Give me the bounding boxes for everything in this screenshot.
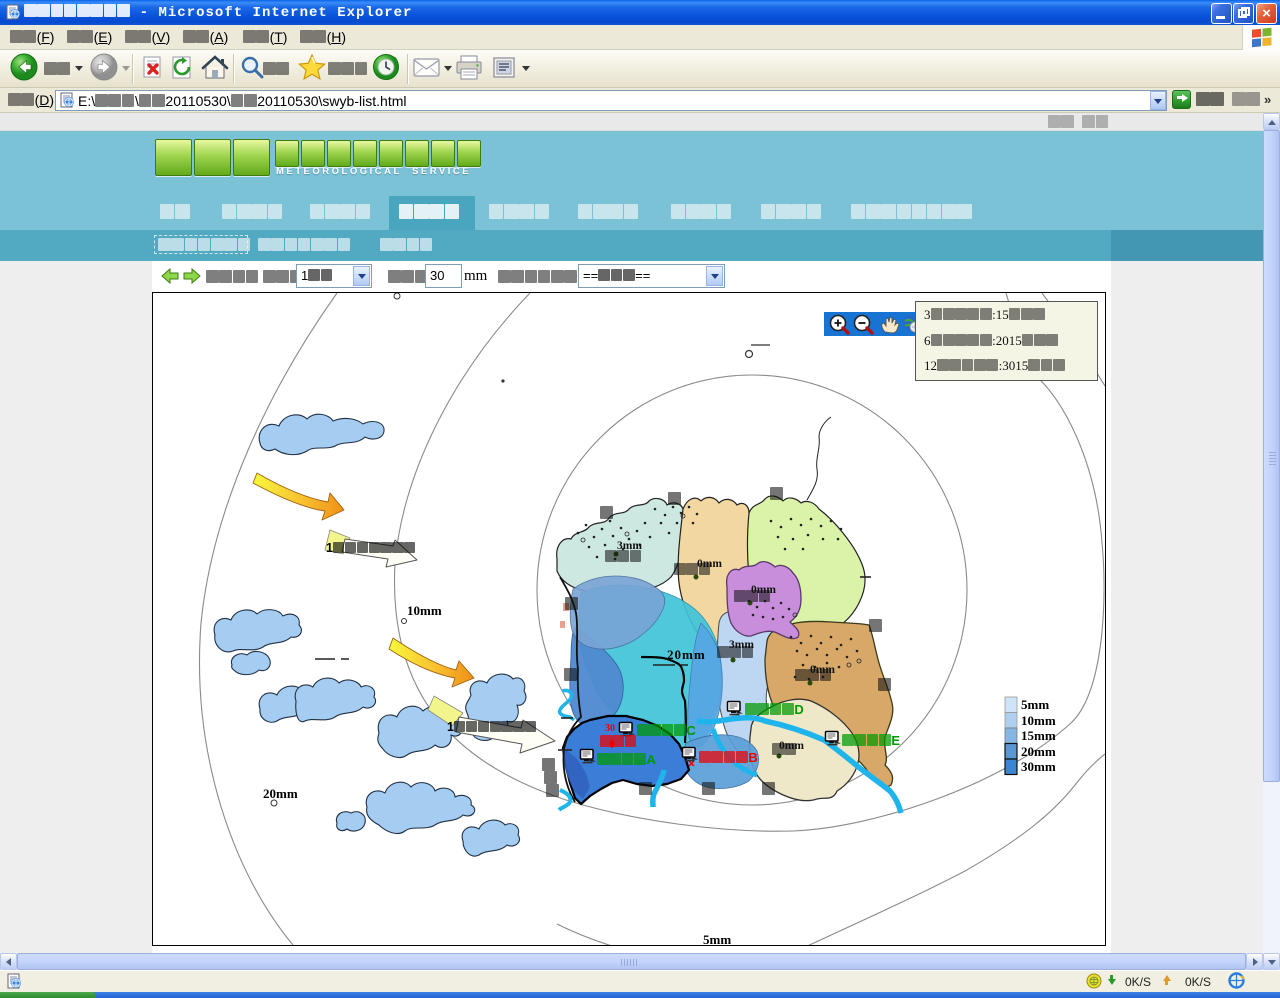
svg-text:20mm: 20mm (263, 786, 298, 801)
svg-text:5mm: 5mm (703, 932, 731, 945)
svg-text:10mm: 10mm (1021, 713, 1056, 728)
svg-text:30mm: 30mm (1021, 759, 1056, 774)
svg-text:30: 30 (605, 723, 615, 734)
svg-text:10mm: 10mm (407, 603, 442, 618)
svg-text:5mm: 5mm (1021, 697, 1049, 712)
svg-text:20mm: 20mm (667, 647, 706, 662)
svg-text:20mm: 20mm (1021, 744, 1056, 759)
svg-text:15mm: 15mm (1021, 728, 1056, 743)
